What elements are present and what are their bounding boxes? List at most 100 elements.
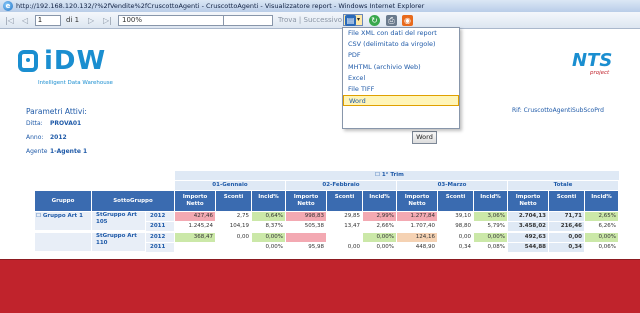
idw-logo-icon	[18, 50, 38, 72]
value-cell: 104,19	[229, 222, 249, 229]
value-cell: 1.277,84	[397, 212, 437, 221]
word-tooltip-button[interactable]: Word	[412, 131, 437, 144]
export-button[interactable]: ▤ ▾	[343, 14, 363, 26]
param-anno: Anno: 2012	[26, 134, 67, 141]
value-cell: 216,46	[549, 221, 584, 231]
value-cell	[286, 233, 326, 242]
value-cell: 492,63	[508, 233, 548, 242]
column-header-metric: Importo Netto	[508, 191, 548, 211]
value-cell: 544,88	[508, 242, 548, 252]
value-cell: 5,79%	[487, 222, 505, 229]
value-cell: 0,08%	[487, 243, 505, 250]
export-format-menu: File XML con dati del report CSV (delimi…	[342, 27, 460, 129]
report-toolbar: |◁ ◁ di 1 ▷ ▷| 100% ▼ Trova | Successivo…	[0, 12, 640, 29]
previous-page-button[interactable]: ◁	[22, 15, 28, 26]
report-reference: Rif: CruscottoAgentiSubScoPrd	[512, 107, 604, 114]
value-cell: 0,00%	[585, 233, 618, 242]
value-cell: 6,26%	[598, 222, 616, 229]
year-cell: 2011	[146, 221, 174, 231]
value-cell: 39,10	[455, 213, 471, 219]
value-cell: 13,47	[344, 222, 360, 229]
sottogruppo-cell: StGruppo Art 105	[92, 212, 145, 230]
last-page-button[interactable]: ▷|	[103, 15, 112, 26]
browser-window: e http://192.168.120.132/?%2fVendite%2fC…	[0, 0, 640, 260]
value-cell: 2,65%	[585, 212, 618, 221]
column-header-metric: Sconti	[438, 191, 473, 211]
month-header: 03-Marzo	[397, 181, 507, 190]
value-cell: 0,00	[236, 234, 249, 240]
month-header: Totale	[508, 181, 618, 190]
param-agente-value: 1-Agente 1	[50, 148, 88, 155]
value-cell: 0,34	[549, 242, 584, 252]
value-cell: 0,00%	[363, 233, 396, 242]
nts-logo: NTS	[572, 50, 613, 71]
month-header: 02-Febbraio	[286, 181, 396, 190]
menu-item-tiff[interactable]: File TIFF	[343, 84, 459, 95]
value-cell: 2,75	[236, 213, 249, 219]
column-header-metric: Sconti	[327, 191, 362, 211]
value-cell: 998,83	[286, 212, 326, 221]
value-cell: 95,98	[308, 243, 324, 250]
page-count-label: di 1	[66, 16, 80, 24]
value-cell: 0,06%	[598, 243, 616, 250]
value-cell: 0,64%	[252, 212, 285, 221]
refresh-icon[interactable]: ↻	[369, 15, 380, 26]
page-number-input[interactable]	[35, 15, 61, 26]
menu-item-mhtml[interactable]: MHTML (archivio Web)	[343, 62, 459, 73]
value-cell: 3,06%	[474, 212, 507, 221]
menu-item-csv[interactable]: CSV (delimitato da virgole)	[343, 39, 459, 50]
value-cell: 368,47	[175, 233, 215, 242]
params-title: Parametri Attivi:	[26, 107, 87, 116]
value-cell: 0,00	[347, 243, 360, 250]
value-cell: 29,85	[344, 213, 360, 219]
value-cell: 2,66%	[376, 222, 394, 229]
month-header: 01-Gennaio	[175, 181, 285, 190]
year-cell: 2011	[146, 242, 174, 252]
value-cell: 124,16	[397, 233, 437, 242]
menu-item-word[interactable]: Word	[343, 95, 459, 107]
column-header-metric: Sconti	[216, 191, 251, 211]
column-header-metric: Incid%	[363, 191, 396, 211]
column-header-sottogruppo: SottoGruppo	[92, 191, 174, 211]
column-header-metric: Importo Netto	[175, 191, 215, 211]
value-cell: 0,00%	[265, 243, 283, 250]
value-cell: 2.704,13	[508, 212, 548, 221]
column-header-metric: Sconti	[549, 191, 584, 211]
param-anno-value: 2012	[50, 134, 67, 141]
find-input[interactable]	[223, 15, 273, 26]
gruppo-cell: ☐ Gruppo Art 1	[35, 212, 91, 230]
column-header-metric: Incid%	[474, 191, 507, 211]
value-cell: 8,37%	[265, 222, 283, 229]
value-cell: 448,90	[415, 243, 435, 250]
value-cell	[327, 233, 362, 242]
value-cell: 1.245,24	[188, 222, 214, 229]
window-title: http://192.168.120.132/?%2fVendite%2fCru…	[16, 2, 425, 10]
value-cell: 0,00%	[252, 233, 285, 242]
next-page-button[interactable]: ▷	[88, 15, 94, 26]
param-agente-label: Agente	[26, 148, 48, 155]
menu-item-xml[interactable]: File XML con dati del report	[343, 28, 459, 39]
param-agente: Agente 1-Agente 1	[26, 148, 87, 155]
menu-item-excel[interactable]: Excel	[343, 73, 459, 84]
idw-logo-text: iDW	[44, 46, 107, 76]
first-page-button[interactable]: |◁	[5, 15, 14, 26]
window-titlebar: e http://192.168.120.132/?%2fVendite%2fC…	[0, 0, 640, 12]
value-cell: 3.458,02	[508, 221, 548, 231]
find-next-link[interactable]: Trova | Successivo	[278, 15, 342, 26]
idw-logo: iDW Intelligent Data Warehouse	[18, 46, 188, 93]
column-header-metric: Incid%	[585, 191, 618, 211]
atom-feed-icon[interactable]: ◉	[402, 15, 413, 26]
param-ditta-value: PROVA01	[50, 120, 82, 127]
menu-item-pdf[interactable]: PDF	[343, 50, 459, 61]
param-ditta-label: Ditta:	[26, 120, 43, 127]
print-icon[interactable]: ⎙	[386, 15, 397, 26]
zoom-value: 100%	[122, 16, 143, 24]
param-anno-label: Anno:	[26, 134, 44, 141]
value-cell: 71,71	[549, 212, 584, 221]
column-header-metric: Incid%	[252, 191, 285, 211]
trimestre-label[interactable]: ☐ 1° Trim	[375, 171, 435, 180]
idw-logo-subtitle: Intelligent Data Warehouse	[38, 80, 113, 86]
value-cell	[175, 243, 215, 252]
value-cell: 98,80	[455, 222, 471, 229]
value-cell: 0,00%	[474, 233, 507, 242]
